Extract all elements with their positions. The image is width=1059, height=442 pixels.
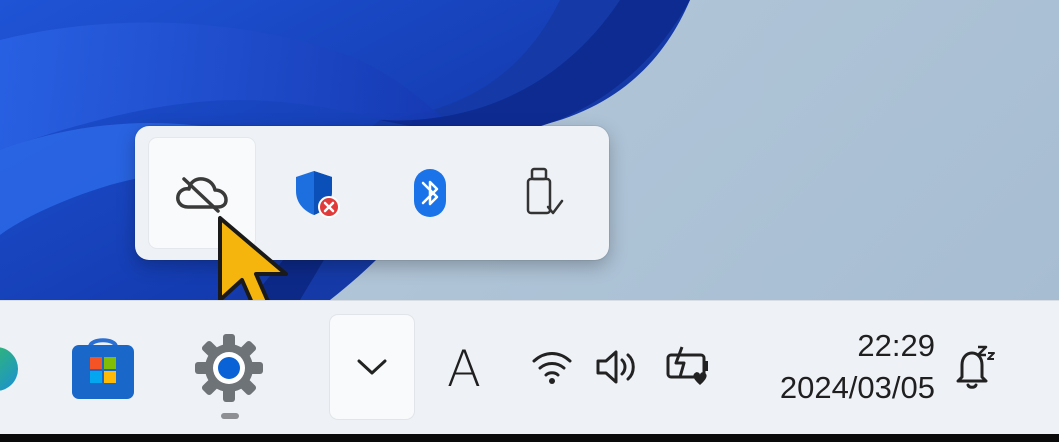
clock-date: 2024/03/05 — [779, 370, 935, 405]
chevron-down-icon — [357, 359, 387, 375]
store-icon — [72, 338, 134, 399]
system-clock[interactable]: 22:29 2024/03/05 — [740, 325, 935, 415]
show-hidden-icons-button[interactable] — [330, 315, 414, 419]
notification-center-button[interactable] — [950, 343, 1000, 393]
screen-bottom-edge — [0, 434, 1059, 442]
battery-status[interactable] — [662, 343, 716, 391]
ime-mode-indicator[interactable]: A — [440, 337, 488, 401]
running-app-indicator — [221, 413, 239, 419]
tray-item-bluetooth[interactable] — [377, 138, 483, 248]
wifi-icon — [532, 352, 572, 384]
taskbar-app-store[interactable] — [68, 333, 138, 403]
usb-eject-icon — [526, 167, 564, 215]
clock-time: 22:29 — [857, 328, 935, 363]
tray-item-safely-remove[interactable] — [491, 138, 597, 248]
bluetooth-icon — [414, 169, 446, 217]
desktop-screen: A 22:29 2024/03/05 — [0, 0, 1059, 434]
cloud-offline-icon — [176, 177, 228, 213]
taskbar-app-edge[interactable] — [0, 335, 22, 399]
bell-snooze-icon — [956, 345, 995, 389]
edge-icon — [0, 347, 18, 391]
taskbar-app-settings[interactable] — [192, 331, 266, 405]
taskbar: A 22:29 2024/03/05 — [0, 300, 1059, 434]
network-status[interactable] — [530, 347, 574, 387]
battery-saver-icon — [666, 346, 708, 385]
tray-overflow-flyout — [135, 126, 609, 260]
volume-status[interactable] — [594, 345, 642, 389]
gear-icon — [195, 334, 263, 402]
volume-icon — [596, 350, 635, 384]
